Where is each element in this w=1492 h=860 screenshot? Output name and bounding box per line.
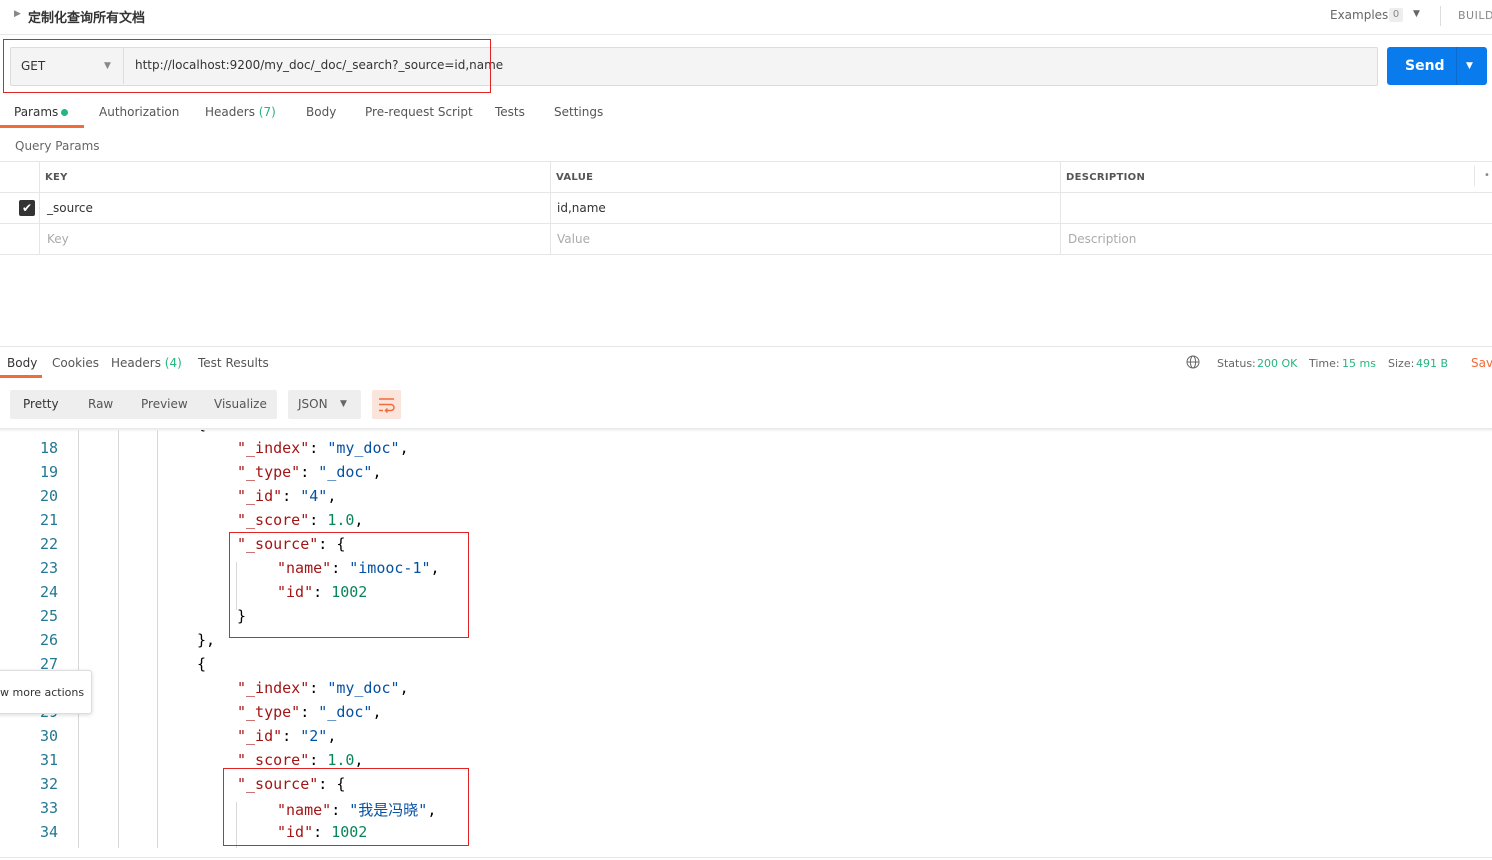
collapse-caret-icon[interactable]: ▶ xyxy=(14,9,21,19)
tab-prerequest-script[interactable]: Pre-request Script xyxy=(365,105,473,119)
indent-guide xyxy=(157,430,158,848)
response-tab-headers[interactable]: Headers (4) xyxy=(111,356,182,370)
query-params-title: Query Params xyxy=(15,139,100,153)
view-raw-button[interactable]: Raw xyxy=(88,397,113,411)
code-line: "_type": "_doc", xyxy=(237,463,382,481)
indent-guide xyxy=(78,430,79,848)
active-tab-indicator xyxy=(0,125,84,128)
tab-authorization[interactable]: Authorization xyxy=(99,105,179,119)
tab-headers[interactable]: Headers (7) xyxy=(205,105,276,119)
column-divider xyxy=(1060,161,1061,254)
chevron-down-icon[interactable]: ▼ xyxy=(1413,9,1420,19)
tab-body[interactable]: Body xyxy=(306,105,336,119)
headers-count: (7) xyxy=(258,105,276,119)
column-divider xyxy=(1474,166,1475,186)
line-number: 31 xyxy=(39,751,58,769)
column-header-value: VALUE xyxy=(556,172,594,183)
table-border xyxy=(0,192,1492,193)
tooltip-text: w more actions xyxy=(0,686,85,699)
column-divider xyxy=(39,161,40,254)
time-label: Time: xyxy=(1309,357,1340,370)
chevron-down-icon[interactable]: ▼ xyxy=(340,399,347,409)
line-number: 20 xyxy=(39,487,58,505)
line-number: 23 xyxy=(39,559,58,577)
wrap-lines-icon[interactable] xyxy=(372,390,401,419)
line-number: 24 xyxy=(39,583,58,601)
new-param-value-input[interactable]: Value xyxy=(557,232,590,246)
send-options-chevron-icon[interactable]: ▼ xyxy=(1466,61,1473,71)
url-highlight-box xyxy=(3,39,491,93)
code-line: "_id": "4", xyxy=(237,487,337,505)
param-enabled-checkbox[interactable]: ✔ xyxy=(19,200,35,216)
response-divider xyxy=(0,346,1492,347)
code-line: "_type": "_doc", xyxy=(237,703,382,721)
source-highlight-box xyxy=(223,768,469,846)
examples-button[interactable]: Examples xyxy=(1330,8,1388,22)
response-headers-label: Headers xyxy=(111,356,161,370)
code-line: { xyxy=(197,430,206,433)
send-split-divider xyxy=(1456,47,1457,85)
tab-params[interactable]: Params xyxy=(14,105,58,119)
status-label: Status: xyxy=(1217,357,1256,370)
code-line: "_score": 1.0, xyxy=(237,751,364,769)
request-header-bar xyxy=(0,0,1492,35)
line-number: 25 xyxy=(39,607,58,625)
table-border xyxy=(0,254,1492,255)
active-tab-indicator xyxy=(0,375,42,378)
code-line: "_index": "my_doc", xyxy=(237,439,409,457)
param-value-cell[interactable]: id,name xyxy=(557,201,606,215)
response-tab-cookies[interactable]: Cookies xyxy=(52,356,99,370)
request-name[interactable]: 定制化查询所有文档 xyxy=(28,7,145,26)
view-visualize-button[interactable]: Visualize xyxy=(214,397,267,411)
code-line: "_index": "my_doc", xyxy=(237,679,409,697)
examples-count-badge: 0 xyxy=(1389,8,1403,22)
line-number: 21 xyxy=(39,511,58,529)
tab-tests[interactable]: Tests xyxy=(495,105,525,119)
table-border xyxy=(0,161,1492,162)
line-number: 22 xyxy=(39,535,58,553)
column-header-description: DESCRIPTION xyxy=(1066,172,1146,183)
column-divider xyxy=(550,161,551,254)
status-value[interactable]: 200 OK xyxy=(1257,357,1297,370)
column-header-key: KEY xyxy=(45,172,68,183)
globe-icon[interactable] xyxy=(1186,355,1200,369)
response-code-editor[interactable]: 17 18 19 20 21 22 23 24 25 26 27 28 29 3… xyxy=(0,430,1492,848)
params-active-dot xyxy=(61,109,68,116)
line-number: 33 xyxy=(39,799,58,817)
more-options-icon[interactable]: • xyxy=(1484,170,1490,181)
tab-headers-label: Headers xyxy=(205,105,255,119)
size-value[interactable]: 491 B xyxy=(1416,357,1448,370)
format-label: JSON xyxy=(298,397,328,411)
line-number: 34 xyxy=(39,823,58,841)
response-tab-body[interactable]: Body xyxy=(7,356,37,370)
new-param-key-input[interactable]: Key xyxy=(47,232,69,246)
bottom-border xyxy=(0,857,1492,858)
source-highlight-box xyxy=(229,532,469,638)
line-number: 18 xyxy=(39,439,58,457)
line-number: 32 xyxy=(39,775,58,793)
time-value[interactable]: 15 ms xyxy=(1342,357,1376,370)
indent-guide xyxy=(118,430,119,848)
table-border xyxy=(0,223,1492,224)
code-line: "_id": "2", xyxy=(237,727,337,745)
line-number: 26 xyxy=(39,631,58,649)
build-mode-button[interactable]: BUILD xyxy=(1458,9,1492,22)
code-line: }, xyxy=(197,631,216,649)
send-label: Send xyxy=(1405,58,1445,74)
line-number: 30 xyxy=(39,727,58,745)
size-label: Size: xyxy=(1388,357,1415,370)
divider xyxy=(1440,6,1441,26)
new-param-description-input[interactable]: Description xyxy=(1068,232,1136,246)
view-pretty-button[interactable]: Pretty xyxy=(23,397,59,411)
save-response-button[interactable]: Sav xyxy=(1471,356,1492,370)
code-line: { xyxy=(197,655,207,673)
line-number: 17 xyxy=(0,430,58,433)
response-headers-count: (4) xyxy=(164,356,182,370)
code-line: "_score": 1.0, xyxy=(237,511,364,529)
tab-settings[interactable]: Settings xyxy=(554,105,603,119)
view-preview-button[interactable]: Preview xyxy=(141,397,188,411)
param-key-cell[interactable]: _source xyxy=(47,201,93,215)
line-number: 19 xyxy=(39,463,58,481)
response-tab-test-results[interactable]: Test Results xyxy=(198,356,269,370)
